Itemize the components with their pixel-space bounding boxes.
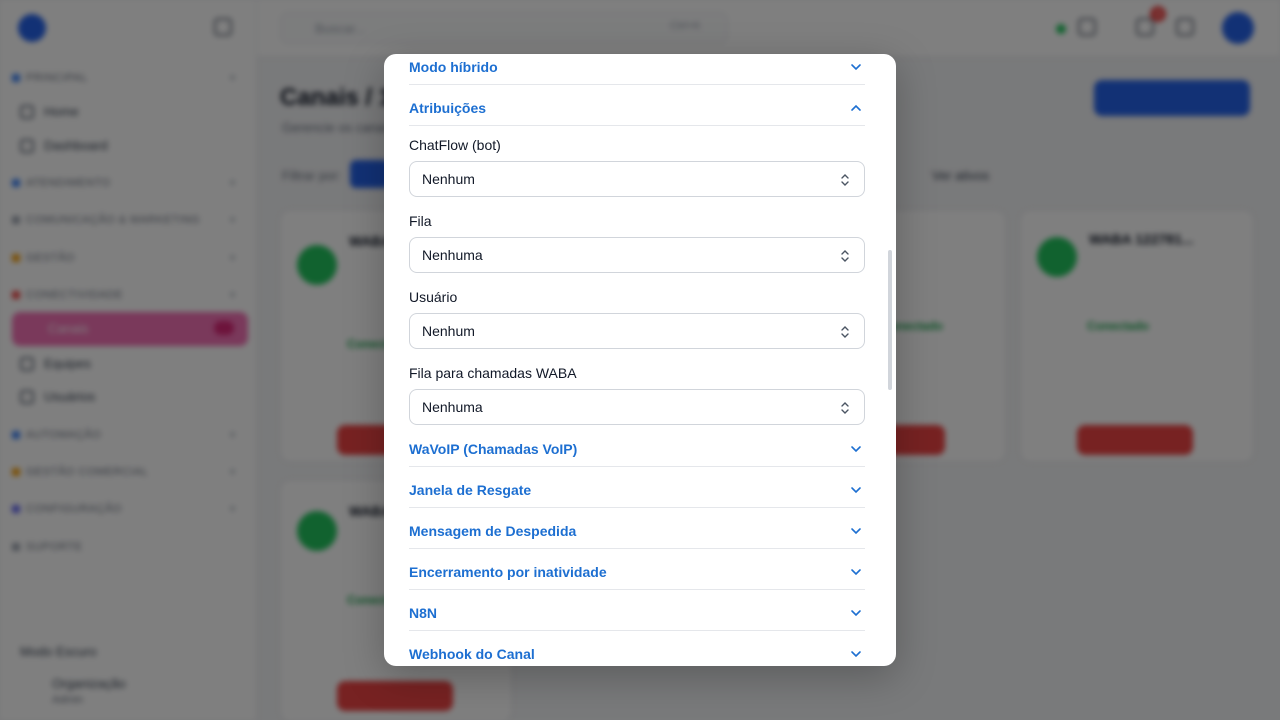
accordion-janela-resgate[interactable]: Janela de Resgate <box>409 477 865 508</box>
accordion-title: Modo híbrido <box>409 59 498 75</box>
modal-scrollbar[interactable] <box>888 250 892 390</box>
accordion-title: Encerramento por inatividade <box>409 564 607 580</box>
chevron-down-icon <box>851 487 861 494</box>
fila-select[interactable]: Nenhuma <box>409 237 865 273</box>
chevron-down-icon <box>851 610 861 617</box>
accordion-mensagem-despedida[interactable]: Mensagem de Despedida <box>409 518 865 549</box>
accordion-webhook-canal[interactable]: Webhook do Canal <box>409 641 865 666</box>
chevron-down-icon <box>851 64 861 71</box>
channel-settings-modal: Modo híbrido Atribuições ChatFlow (bot) … <box>384 54 896 666</box>
accordion-n8n[interactable]: N8N <box>409 600 865 631</box>
chevron-updown-icon <box>841 326 849 338</box>
chevron-down-icon <box>851 569 861 576</box>
accordion-title: WaVoIP (Chamadas VoIP) <box>409 441 578 457</box>
chatflow-select[interactable]: Nenhum <box>409 161 865 197</box>
chevron-down-icon <box>851 446 861 453</box>
accordion-wavoip[interactable]: WaVoIP (Chamadas VoIP) <box>409 436 865 467</box>
chevron-down-icon <box>851 651 861 658</box>
chatflow-label: ChatFlow (bot) <box>409 137 501 153</box>
accordion-title: Mensagem de Despedida <box>409 523 577 539</box>
accordion-atribuicoes[interactable]: Atribuições <box>409 95 865 126</box>
chevron-updown-icon <box>841 174 849 186</box>
accordion-title: N8N <box>409 605 438 621</box>
accordion-encerramento-inatividade[interactable]: Encerramento por inatividade <box>409 559 865 590</box>
chevron-down-icon <box>851 528 861 535</box>
accordion-title: Webhook do Canal <box>409 646 535 662</box>
accordion-title: Janela de Resgate <box>409 482 532 498</box>
fila-waba-label: Fila para chamadas WABA <box>409 365 577 381</box>
chevron-up-icon <box>851 104 861 111</box>
usuario-label: Usuário <box>409 289 458 305</box>
fila-label: Fila <box>409 213 432 229</box>
accordion-title: Atribuições <box>409 100 487 116</box>
chevron-updown-icon <box>841 402 849 414</box>
accordion-modo-hibrido[interactable]: Modo híbrido <box>409 54 865 85</box>
usuario-select[interactable]: Nenhum <box>409 313 865 349</box>
chevron-updown-icon <box>841 250 849 262</box>
fila-waba-select[interactable]: Nenhuma <box>409 389 865 425</box>
